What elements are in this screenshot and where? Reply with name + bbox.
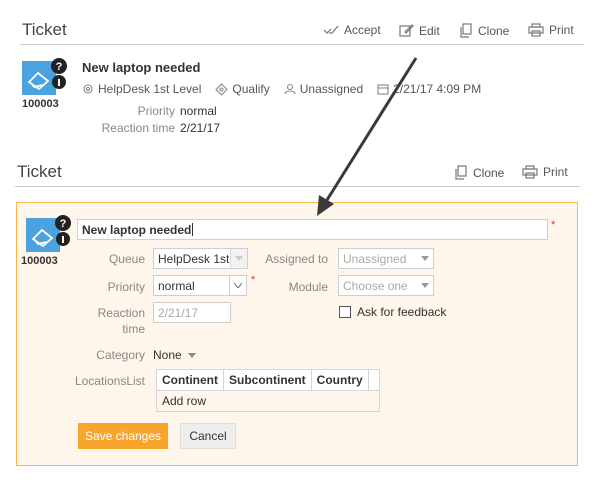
annotation-arrow xyxy=(317,57,418,216)
